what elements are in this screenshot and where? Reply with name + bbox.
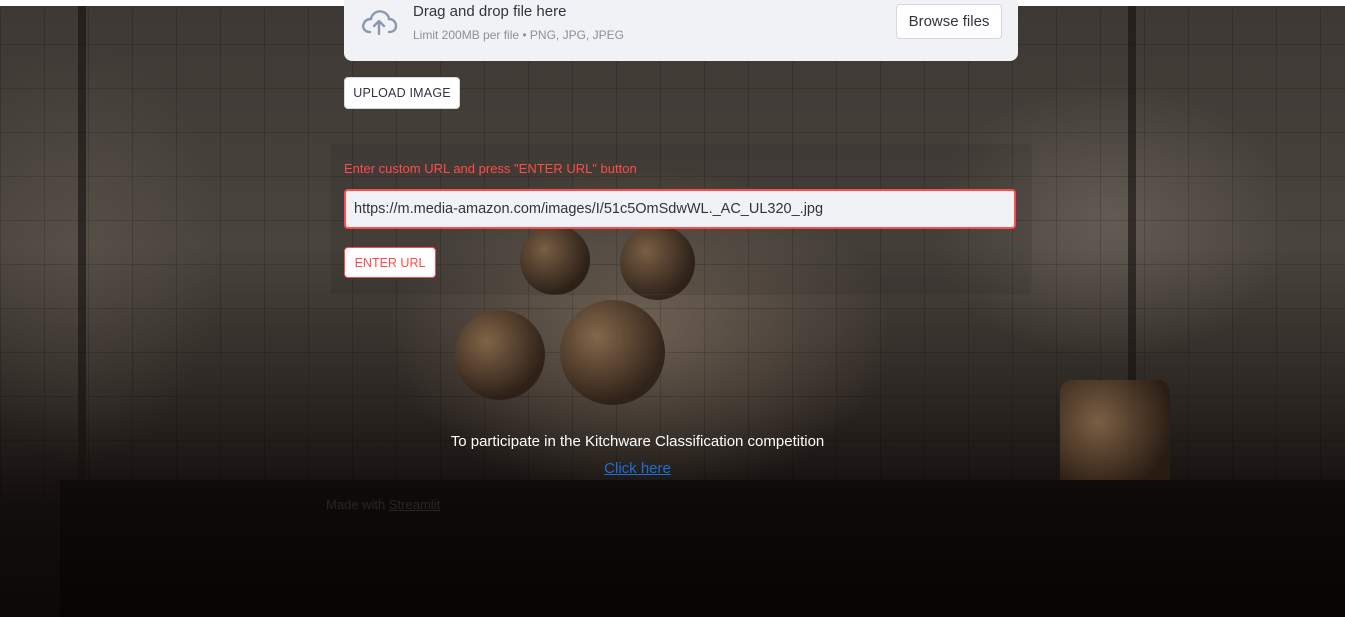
- enter-url-button[interactable]: ENTER URL: [344, 247, 436, 278]
- browse-files-button[interactable]: Browse files: [896, 4, 1002, 39]
- wall-corner-left: [78, 0, 86, 500]
- dropzone-title: Drag and drop file here: [413, 3, 567, 20]
- url-input[interactable]: [344, 189, 1016, 229]
- footer: Made with Streamlit: [326, 497, 440, 512]
- file-uploader-dropzone[interactable]: Drag and drop file here Limit 200MB per …: [344, 0, 1018, 61]
- cloud-upload-icon: [362, 10, 398, 36]
- click-here-link[interactable]: Click here: [604, 460, 671, 477]
- competition-text: To participate in the Kitchware Classifi…: [450, 433, 825, 450]
- competition-link-wrapper: Click here: [0, 460, 1275, 477]
- pan-decoration: [455, 310, 545, 400]
- upload-image-button[interactable]: UPLOAD IMAGE: [344, 77, 460, 109]
- url-field-label: Enter custom URL and press "ENTER URL" b…: [344, 161, 637, 176]
- footer-prefix: Made with: [326, 497, 389, 512]
- pan-decoration: [560, 300, 665, 405]
- counter: [60, 480, 1345, 617]
- dropzone-limit-text: Limit 200MB per file • PNG, JPG, JPEG: [413, 28, 624, 42]
- streamlit-link[interactable]: Streamlit: [389, 497, 440, 512]
